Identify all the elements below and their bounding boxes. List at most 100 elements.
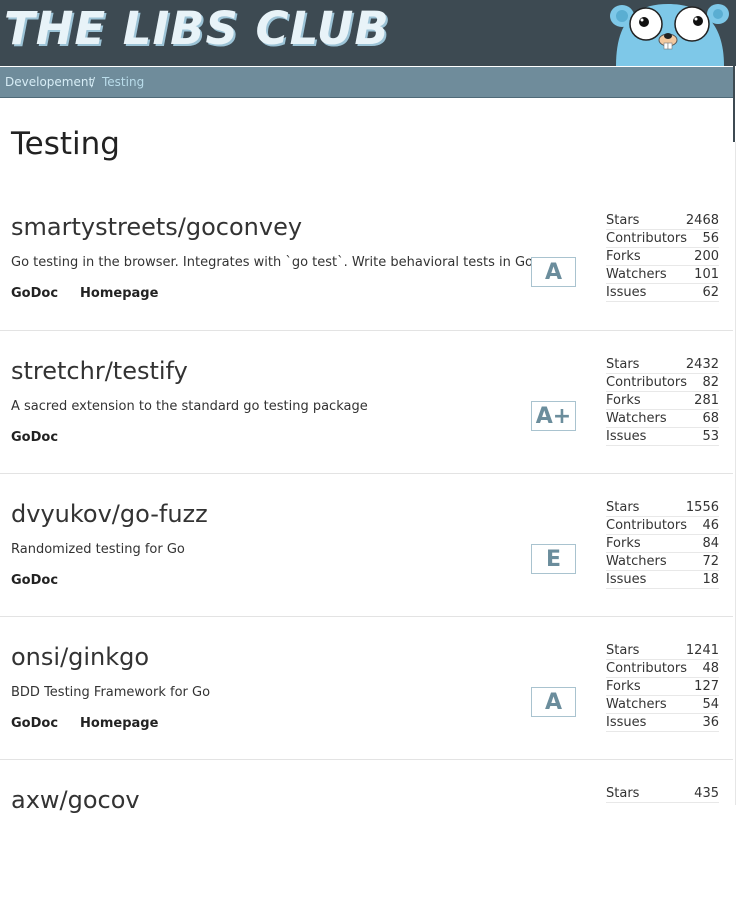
repo-links: GoDoc xyxy=(11,572,80,590)
stat-label: Issues xyxy=(606,285,647,300)
stat-label: Stars xyxy=(606,786,640,801)
stat-row-watchers: Watchers 68 xyxy=(606,410,719,428)
stat-row-stars: Stars 1241 xyxy=(606,642,719,660)
stat-value: 127 xyxy=(694,679,719,694)
stat-row-forks: Forks 200 xyxy=(606,248,719,266)
stat-value: 53 xyxy=(702,429,719,444)
stat-label: Forks xyxy=(606,393,641,408)
stat-value: 200 xyxy=(694,249,719,264)
homepage-link[interactable]: Homepage xyxy=(80,286,158,301)
repo-stats: Stars 1556 Contributors 46 Forks 84 Watchers 72… xyxy=(606,499,719,589)
stat-row-watchers: Watchers 101 xyxy=(606,266,719,284)
repo-card: dvyukov/go-fuzz Randomized testing for Go… xyxy=(0,473,733,616)
repo-card: stretchr/testify A sacred extension to th… xyxy=(0,330,733,473)
stat-value: 36 xyxy=(702,715,719,730)
stat-label: Issues xyxy=(606,572,647,587)
stat-row-issues: Issues 53 xyxy=(606,428,719,446)
repo-name-link[interactable]: dvyukov/go-fuzz xyxy=(11,499,208,529)
stat-row-contributors: Contributors 46 xyxy=(606,517,719,535)
breadcrumb-link-developement[interactable]: Developement xyxy=(5,67,93,97)
stat-label: Stars xyxy=(606,500,640,515)
site-header: THE LIBS CLUB xyxy=(0,0,736,66)
site-logo-title[interactable]: THE LIBS CLUB xyxy=(4,2,390,56)
stat-value: 56 xyxy=(702,231,719,246)
godoc-link[interactable]: GoDoc xyxy=(11,430,58,445)
repo-stats: Stars 2432 Contributors 82 Forks 281 Watchers 6… xyxy=(606,356,719,446)
repo-stats: Stars 435 xyxy=(606,785,719,803)
breadcrumb-current: Testing xyxy=(102,75,145,89)
stat-row-stars: Stars 2468 xyxy=(606,212,719,230)
homepage-link[interactable]: Homepage xyxy=(80,716,158,731)
repo-name-link[interactable]: axw/gocov xyxy=(11,785,140,815)
stat-value: 18 xyxy=(702,572,719,587)
repo-card: onsi/ginkgo BDD Testing Framework for Go G… xyxy=(0,616,733,759)
stat-row-contributors: Contributors 56 xyxy=(606,230,719,248)
stat-label: Stars xyxy=(606,643,640,658)
repo-card: axw/gocov Stars 435 xyxy=(0,759,733,902)
stat-value: 68 xyxy=(702,411,719,426)
repo-description: Go testing in the browser. Integrates wi… xyxy=(11,255,537,270)
stat-row-forks: Forks 127 xyxy=(606,678,719,696)
stat-label: Watchers xyxy=(606,554,667,569)
stat-row-issues: Issues 18 xyxy=(606,571,719,589)
stat-row-stars: Stars 1556 xyxy=(606,499,719,517)
breadcrumb: Developement / Testing xyxy=(0,67,733,98)
breadcrumb-separator: / xyxy=(91,75,96,89)
stat-value: 82 xyxy=(702,375,719,390)
stat-row-issues: Issues 36 xyxy=(606,714,719,732)
repo-name-link[interactable]: stretchr/testify xyxy=(11,356,188,386)
stat-value: 54 xyxy=(702,697,719,712)
repo-name-link[interactable]: onsi/ginkgo xyxy=(11,642,149,672)
stat-label: Contributors xyxy=(606,518,687,533)
stat-value: 2468 xyxy=(685,213,719,228)
stat-label: Issues xyxy=(606,429,647,444)
stat-value: 435 xyxy=(694,786,719,801)
stat-value: 72 xyxy=(702,554,719,569)
stat-row-stars: Stars 435 xyxy=(606,785,719,803)
grade-badge[interactable]: A+ xyxy=(531,401,576,431)
stat-label: Forks xyxy=(606,679,641,694)
gopher-mascot-icon xyxy=(610,4,729,66)
stat-label: Stars xyxy=(606,357,640,372)
repo-description: A sacred extension to the standard go te… xyxy=(11,399,368,414)
right-edge-rule xyxy=(733,66,735,142)
stat-label: Watchers xyxy=(606,411,667,426)
stat-label: Issues xyxy=(606,715,647,730)
stat-label: Stars xyxy=(606,213,640,228)
repo-stats: Stars 1241 Contributors 48 Forks 127 Watchers 5… xyxy=(606,642,719,732)
stat-row-watchers: Watchers 72 xyxy=(606,553,719,571)
godoc-link[interactable]: GoDoc xyxy=(11,286,58,301)
grade-badge[interactable]: A xyxy=(531,257,576,287)
repo-links: GoDoc xyxy=(11,429,80,447)
stat-row-stars: Stars 2432 xyxy=(606,356,719,374)
stat-value: 2432 xyxy=(685,357,719,372)
stat-label: Contributors xyxy=(606,375,687,390)
stat-value: 84 xyxy=(702,536,719,551)
stat-value: 101 xyxy=(694,267,719,282)
stat-row-contributors: Contributors 48 xyxy=(606,660,719,678)
stat-label: Watchers xyxy=(606,697,667,712)
repo-list: smartystreets/goconvey Go testing in the … xyxy=(0,187,733,902)
stat-value: 46 xyxy=(702,518,719,533)
godoc-link[interactable]: GoDoc xyxy=(11,573,58,588)
grade-badge[interactable]: E xyxy=(531,544,576,574)
stat-value: 281 xyxy=(694,393,719,408)
stat-row-contributors: Contributors 82 xyxy=(606,374,719,392)
repo-card: smartystreets/goconvey Go testing in the … xyxy=(0,187,733,330)
repo-description: BDD Testing Framework for Go xyxy=(11,685,211,700)
repo-links: GoDoc Homepage xyxy=(11,715,180,733)
stat-value: 62 xyxy=(702,285,719,300)
repo-name-link[interactable]: smartystreets/goconvey xyxy=(11,212,302,242)
stat-row-watchers: Watchers 54 xyxy=(606,696,719,714)
stat-row-forks: Forks 281 xyxy=(606,392,719,410)
stat-label: Forks xyxy=(606,536,641,551)
stat-label: Watchers xyxy=(606,267,667,282)
stat-value: 48 xyxy=(702,661,719,676)
stat-label: Contributors xyxy=(606,661,687,676)
stat-row-forks: Forks 84 xyxy=(606,535,719,553)
repo-description: Randomized testing for Go xyxy=(11,542,185,557)
grade-badge[interactable]: A xyxy=(531,687,576,717)
page-title: Testing xyxy=(11,126,120,162)
repo-links: GoDoc Homepage xyxy=(11,285,180,303)
godoc-link[interactable]: GoDoc xyxy=(11,716,58,731)
